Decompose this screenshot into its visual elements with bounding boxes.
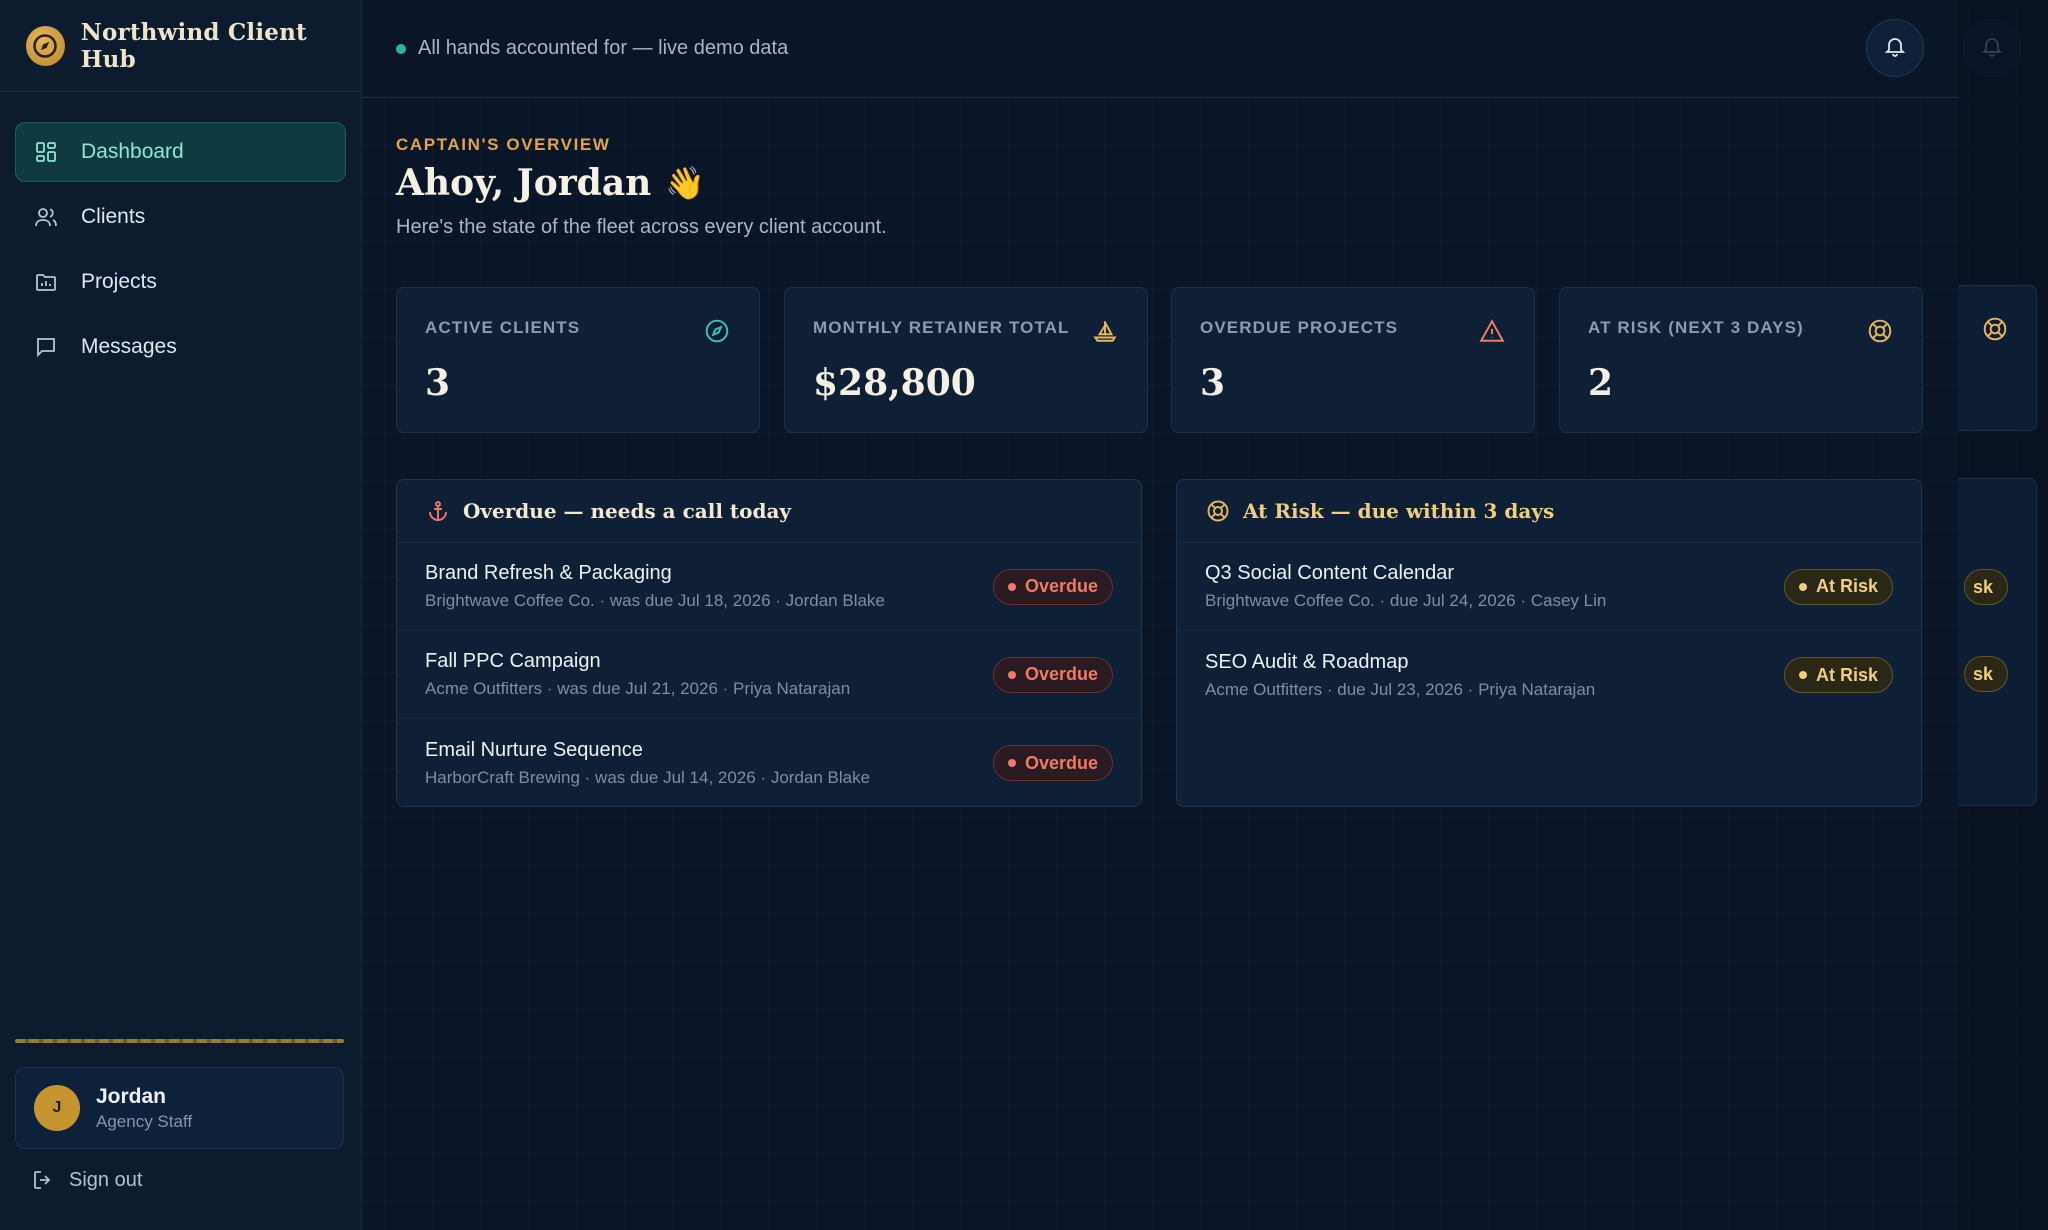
sidebar-item-label: Projects [81,270,157,293]
rope-divider [15,1039,344,1043]
user-name: Jordan [96,1084,167,1108]
panel-header: At Risk — due within 3 days [1177,480,1921,543]
project-meta: HarborCraft Brewing · was due Jul 14, 20… [425,767,871,787]
sidebar: Northwind Client Hub Dashboard Clients P… [0,0,362,1230]
ghost-stat-card [1958,285,2037,431]
overdue-row[interactable]: Email Nurture Sequence HarborCraft Brewi… [397,719,1141,806]
ghost-badge-label: sk [1972,576,1993,597]
project-title: Brand Refresh & Packaging [425,562,672,584]
brand[interactable]: Northwind Client Hub [0,0,361,92]
status-badge: Overdue [992,656,1113,693]
status-dot [1007,670,1016,679]
sign-out-label: Sign out [69,1168,143,1191]
panel-title: At Risk — due within 3 days [1243,499,1555,523]
status-badge: Overdue [992,745,1113,781]
stat-label: ACTIVE CLIENTS [425,318,581,337]
warning-icon [1478,317,1506,345]
project-title: SEO Audit & Roadmap [1205,650,1409,673]
status-badge: At Risk [1783,657,1893,693]
status-badge-label: Overdue [1024,664,1098,684]
lifebuoy-icon [1866,317,1894,345]
wave-emoji-icon: 👋 [665,164,706,202]
bell-icon [1883,34,1907,63]
stat-card-retainer-total: MONTHLY RETAINER TOTAL $28,800 [784,287,1148,433]
stat-label: MONTHLY RETAINER TOTAL [813,318,1070,337]
project-title: Q3 Social Content Calendar [1205,562,1455,584]
status-badge-label: At Risk [1815,664,1878,685]
status-dot [1007,582,1016,591]
stat-card-overdue-projects: OVERDUE PROJECTS 3 [1171,287,1535,433]
panel-header: Overdue — needs a call today [397,480,1141,543]
project-meta: Acme Outfitters · was due Jul 21, 2026 ·… [425,679,851,698]
project-title: Fall PPC Campaign [425,650,601,672]
sidebar-item-label: Dashboard [81,140,184,163]
overdue-row[interactable]: Brand Refresh & Packaging Brightwave Cof… [397,543,1141,631]
project-title: Email Nurture Sequence [425,738,643,761]
stat-label: OVERDUE PROJECTS [1200,318,1399,337]
stat-value: 2 [1588,362,1614,404]
status-dot [396,43,406,54]
stat-value: 3 [425,362,451,404]
app-title: Northwind Client Hub [80,18,307,73]
page-title: Ahoy, Jordan 👋 [396,162,705,204]
sidebar-item-projects[interactable]: Projects [15,252,346,312]
panel-title: Overdue — needs a call today [463,499,792,523]
offscreen-ghost-panel: sk sk [1958,0,2048,1230]
status-dot [1798,582,1807,591]
project-meta: Brightwave Coffee Co. · was due Jul 18, … [425,591,885,610]
ghost-panel: sk sk [1958,478,2037,806]
compass-logo-icon [26,25,65,66]
page-subtitle: Here's the state of the fleet across eve… [396,216,887,238]
status-badge-label: At Risk [1815,576,1878,596]
status-badge: At Risk [1783,568,1893,605]
notifications-button[interactable] [1866,19,1924,77]
at-risk-panel: At Risk — due within 3 days Q3 Social Co… [1176,479,1922,807]
at-risk-row[interactable]: Q3 Social Content Calendar Brightwave Co… [1177,543,1921,631]
sailboat-icon [1091,317,1119,345]
anchor-icon [425,498,451,524]
user-card[interactable]: J Jordan Agency Staff [15,1067,344,1149]
status-badge-label: Overdue [1024,752,1098,773]
status-dot [1007,759,1016,767]
ghost-badge-label: sk [1972,663,1993,684]
status-badge: Overdue [992,568,1113,605]
stat-card-at-risk: AT RISK (NEXT 3 DAYS) 2 [1559,287,1923,433]
folder-icon [33,269,59,295]
greeting-text: Ahoy, Jordan [396,162,652,204]
stat-label: AT RISK (NEXT 3 DAYS) [1588,318,1804,337]
sign-out-button[interactable]: Sign out [31,1168,142,1192]
users-icon [33,204,59,230]
stat-value: $28,800 [813,362,976,404]
stat-value: 3 [1200,362,1226,404]
lifebuoy-icon [1205,498,1231,524]
overdue-panel: Overdue — needs a call today Brand Refre… [396,479,1142,807]
sidebar-item-clients[interactable]: Clients [15,187,346,247]
stat-card-active-clients: ACTIVE CLIENTS 3 [396,287,760,433]
sidebar-item-label: Messages [81,335,177,358]
status-dot [1798,671,1807,679]
overdue-row[interactable]: Fall PPC Campaign Acme Outfitters · was … [397,631,1141,719]
at-risk-row[interactable]: SEO Audit & Roadmap Acme Outfitters · du… [1177,631,1921,719]
ghost-status-badge: sk [1963,656,2008,692]
page-eyebrow: CAPTAIN'S OVERVIEW [396,135,611,154]
message-icon [33,334,59,360]
status-badge-label: Overdue [1024,576,1098,596]
avatar: J [34,1085,80,1131]
sidebar-nav: Dashboard Clients Projects Messages [0,92,361,377]
project-meta: Brightwave Coffee Co. · due Jul 24, 2026… [1205,591,1607,610]
sidebar-item-messages[interactable]: Messages [15,317,346,377]
project-meta: Acme Outfitters · due Jul 23, 2026 · Pri… [1205,679,1596,699]
user-role: Agency Staff [96,1111,193,1131]
status-text: All hands accounted for — live demo data [418,37,789,59]
compass-icon [703,317,731,345]
sign-out-icon [31,1168,55,1192]
sidebar-item-label: Clients [81,205,146,228]
ghost-status-badge: sk [1963,569,2008,605]
sidebar-item-dashboard[interactable]: Dashboard [15,122,346,182]
top-bar: All hands accounted for — live demo data [362,0,1958,98]
lifebuoy-icon [1982,316,2008,347]
dashboard-icon [33,139,59,165]
